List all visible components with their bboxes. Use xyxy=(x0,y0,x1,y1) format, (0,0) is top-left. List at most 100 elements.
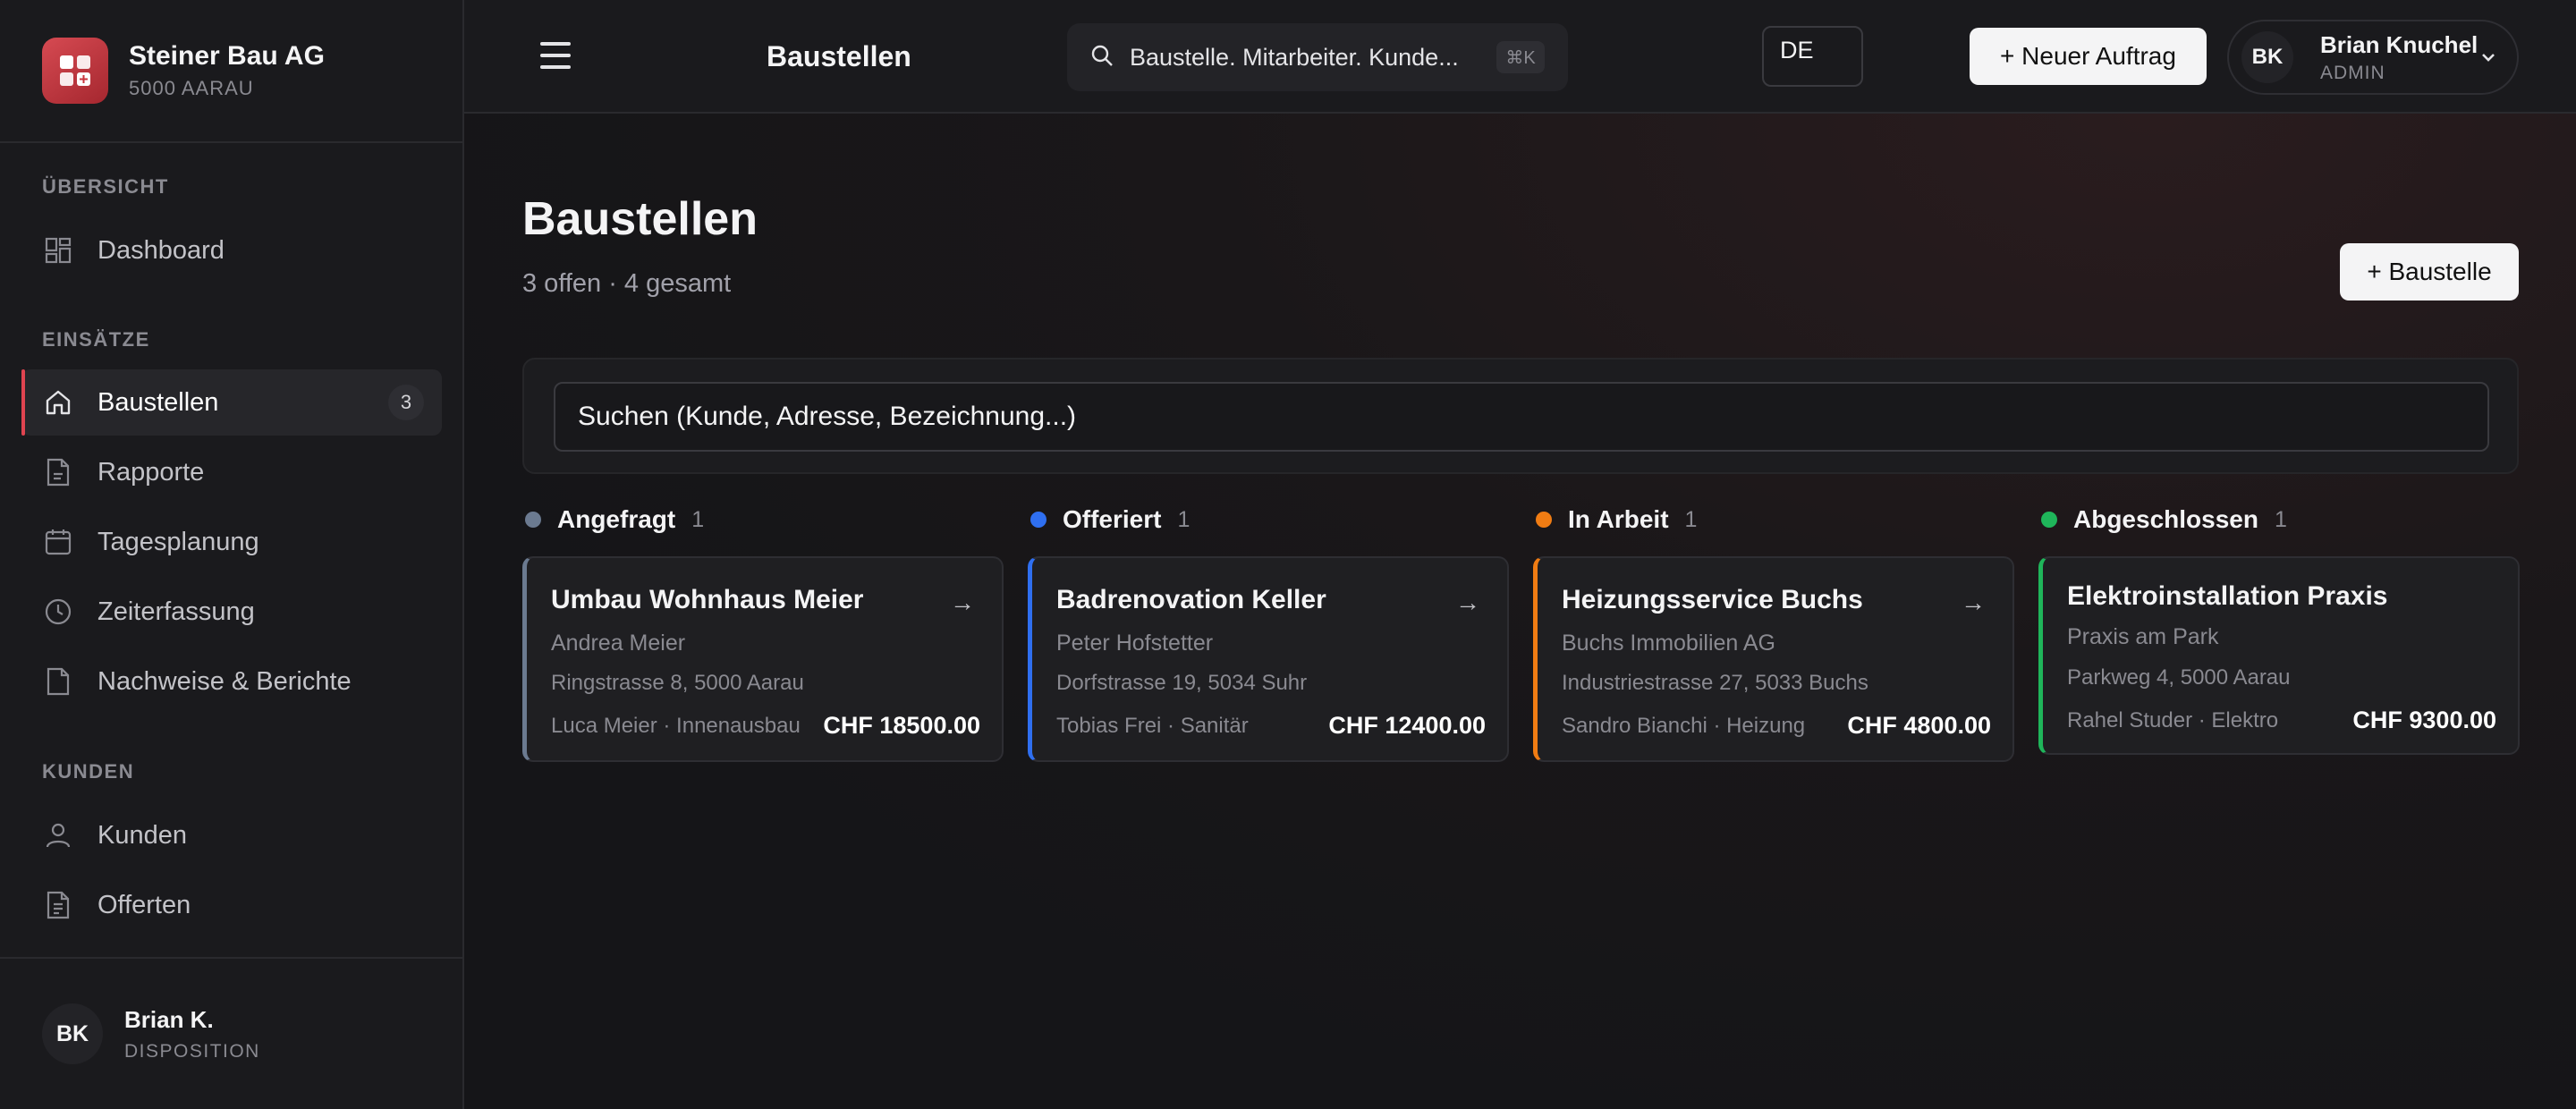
avatar: BK xyxy=(42,1003,103,1064)
column-title: Angefragt xyxy=(557,505,676,533)
column-title: Abgeschlossen xyxy=(2073,505,2258,533)
job-team: Luca Meier · Innenausbau xyxy=(551,714,801,738)
sidebar-item-label: Kunden xyxy=(97,820,187,850)
column-count: 1 xyxy=(691,506,705,532)
topbar: Baustellen Baustelle. Mitarbeiter. Kunde… xyxy=(464,0,2576,114)
user-icon xyxy=(43,820,73,851)
status-dot xyxy=(525,512,541,528)
sidebar-item-baustellen[interactable]: Baustellen 3 xyxy=(21,369,442,436)
job-address: Parkweg 4, 5000 Aarau xyxy=(2067,665,2291,690)
status-dot xyxy=(1030,512,1046,528)
job-address: Ringstrasse 8, 5000 Aarau xyxy=(551,671,804,695)
dashboard-grid-icon xyxy=(43,235,73,266)
column-count: 1 xyxy=(1177,506,1191,532)
document-icon xyxy=(43,457,73,487)
brand-logo-icon xyxy=(42,38,108,104)
sidebar-item-label: Offerten xyxy=(97,890,191,919)
job-title: Umbau Wohnhaus Meier xyxy=(551,585,864,614)
column-count: 1 xyxy=(1684,506,1698,532)
app-shell: Steiner Bau AG 5000 AARAU ÜBERSICHT Dash… xyxy=(0,0,2576,1109)
job-team: Sandro Bianchi · Heizung xyxy=(1562,714,1806,738)
new-order-button[interactable]: + Neuer Auftrag xyxy=(1970,28,2207,85)
topbar-title: Baustellen xyxy=(767,40,911,72)
job-client: Praxis am Park xyxy=(2067,624,2219,649)
job-card[interactable]: Elektroinstallation Praxis Praxis am Par… xyxy=(2038,556,2520,755)
global-search-input[interactable]: Baustelle. Mitarbeiter. Kunde... ⌘K xyxy=(1067,23,1568,91)
count-badge: 3 xyxy=(388,385,424,420)
job-team: Tobias Frei · Sanitär xyxy=(1056,714,1249,738)
clock-icon xyxy=(43,597,73,627)
user-role: ADMIN xyxy=(2320,62,2385,83)
user-role: DISPOSITION xyxy=(124,1040,260,1062)
column-header-abgeschlossen: Abgeschlossen 1 xyxy=(2041,505,2287,534)
sidebar-item-kunden[interactable]: Kunden xyxy=(21,802,442,868)
avatar: BK xyxy=(2241,31,2293,83)
language-select[interactable]: DE xyxy=(1762,26,1863,87)
arrow-right-icon[interactable]: → xyxy=(1961,588,1986,617)
job-title: Badrenovation Keller xyxy=(1056,585,1326,614)
job-title: Heizungsservice Buchs xyxy=(1562,585,1863,614)
baustellen-search-input[interactable]: Suchen (Kunde, Adresse, Bezeichnung...) xyxy=(554,382,2489,452)
arrow-right-icon[interactable]: → xyxy=(950,588,975,617)
job-amount: CHF 9300.00 xyxy=(2352,707,2496,733)
sidebar-item-tagesplanung[interactable]: Tagesplanung xyxy=(21,509,442,575)
status-dot xyxy=(1536,512,1552,528)
filter-panel: Suchen (Kunde, Adresse, Bezeichnung...) xyxy=(522,358,2519,474)
column-title: In Arbeit xyxy=(1568,505,1669,533)
column-count: 1 xyxy=(2274,506,2287,532)
job-amount: CHF 4800.00 xyxy=(1847,712,1991,739)
page-title: Baustellen xyxy=(522,193,758,245)
job-card[interactable]: Badrenovation Keller → Peter Hofstetter … xyxy=(1028,556,1509,762)
job-card[interactable]: Heizungsservice Buchs → Buchs Immobilien… xyxy=(1533,556,2014,762)
brand-name: Steiner Bau AG xyxy=(129,41,325,71)
job-client: Buchs Immobilien AG xyxy=(1562,631,1775,656)
sidebar-item-nachweise[interactable]: Nachweise & Berichte xyxy=(21,648,442,715)
sidebar-item-label: Tagesplanung xyxy=(97,527,259,556)
sidebar-item-label: Rapporte xyxy=(97,457,205,487)
brand-location: 5000 AARAU xyxy=(129,77,254,99)
add-baustelle-button[interactable]: + Baustelle xyxy=(2340,243,2519,301)
sidebar-item-rapporte[interactable]: Rapporte xyxy=(21,439,442,505)
status-dot xyxy=(2041,512,2057,528)
sidebar-item-label: Nachweise & Berichte xyxy=(97,666,352,696)
page-subtitle: 3 offen · 4 gesamt xyxy=(522,269,732,298)
sidebar-item-zeiterfassung[interactable]: Zeiterfassung xyxy=(21,579,442,645)
sidebar: Steiner Bau AG 5000 AARAU ÜBERSICHT Dash… xyxy=(0,0,464,1109)
column-title: Offeriert xyxy=(1063,505,1162,533)
search-icon xyxy=(1090,44,1114,72)
menu-icon[interactable] xyxy=(540,42,571,69)
job-client: Andrea Meier xyxy=(551,631,686,656)
search-placeholder: Baustelle. Mitarbeiter. Kunde... xyxy=(1130,43,1459,71)
column-header-in-arbeit: In Arbeit 1 xyxy=(1536,505,1697,534)
shortcut-hint: ⌘K xyxy=(1496,41,1545,73)
column-header-angefragt: Angefragt 1 xyxy=(525,505,704,534)
job-amount: CHF 12400.00 xyxy=(1328,712,1486,739)
column-header-offeriert: Offeriert 1 xyxy=(1030,505,1190,534)
user-name: Brian K. xyxy=(124,1005,214,1033)
sidebar-item-dashboard[interactable]: Dashboard xyxy=(21,217,442,284)
chevron-down-icon xyxy=(2479,48,2497,71)
sidebar-item-label: Zeiterfassung xyxy=(97,597,255,626)
arrow-right-icon[interactable]: → xyxy=(1455,588,1480,617)
section-label-assignments: EINSÄTZE xyxy=(42,328,150,351)
job-address: Dorfstrasse 19, 5034 Suhr xyxy=(1056,671,1308,695)
sidebar-user-profile[interactable]: BK Brian K. DISPOSITION xyxy=(0,957,462,1109)
calendar-icon xyxy=(43,527,73,557)
section-label-customers: KUNDEN xyxy=(42,760,135,783)
home-icon xyxy=(43,387,73,418)
job-card[interactable]: Umbau Wohnhaus Meier → Andrea Meier Ring… xyxy=(522,556,1004,762)
job-client: Peter Hofstetter xyxy=(1056,631,1214,656)
job-title: Elektroinstallation Praxis xyxy=(2067,581,2388,611)
job-team: Rahel Studer · Elektro xyxy=(2067,708,2279,732)
job-address: Industriestrasse 27, 5033 Buchs xyxy=(1562,671,1868,695)
brand-header[interactable]: Steiner Bau AG 5000 AARAU xyxy=(0,0,462,143)
sidebar-item-offerten[interactable]: Offerten xyxy=(21,872,442,938)
main-content: Baustellen Baustelle. Mitarbeiter. Kunde… xyxy=(464,0,2576,1109)
section-label-overview: ÜBERSICHT xyxy=(42,175,169,198)
document-list-icon xyxy=(43,890,73,920)
user-menu[interactable]: BK Brian Knuchel ADMIN xyxy=(2227,20,2519,95)
job-amount: CHF 18500.00 xyxy=(823,712,980,739)
sidebar-item-label: Baustellen xyxy=(97,387,219,417)
user-name: Brian Knuchel xyxy=(2320,30,2479,58)
sidebar-item-label: Dashboard xyxy=(97,235,225,265)
